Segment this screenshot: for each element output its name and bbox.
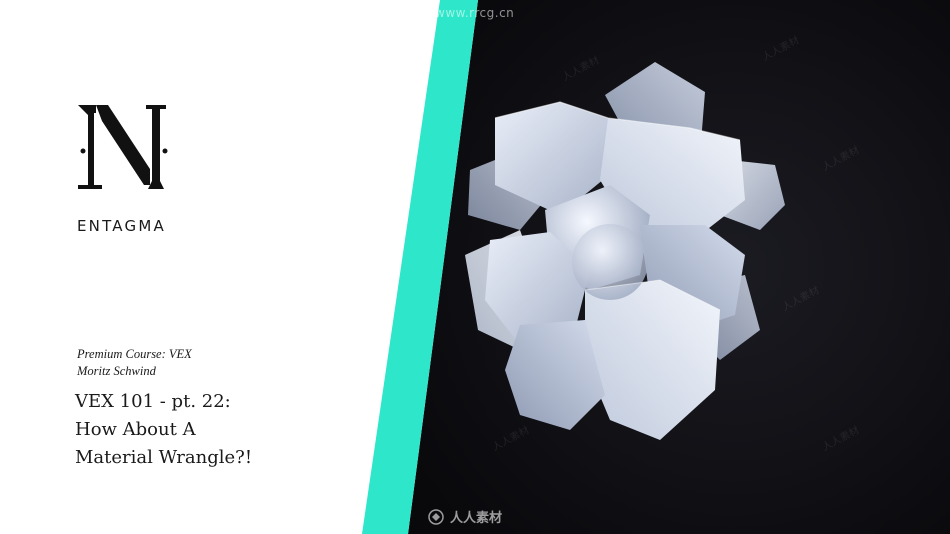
watermark-logo-icon — [428, 508, 444, 525]
watermark-badge: 人人素材 — [428, 507, 502, 526]
entagma-n-logo-icon — [78, 105, 168, 189]
episode-title: VEX 101 - pt. 22: How About A Material W… — [75, 388, 252, 472]
title-line-1: VEX 101 - pt. 22: — [75, 391, 231, 412]
thumbnail-canvas: 人人素材 人人素材 人人素材 人人素材 人人素材 人人素材 ENTAGMA Pr… — [0, 0, 950, 534]
watermark-url: www.rrcg.cn — [435, 6, 515, 20]
watermark-text: 人人素材 — [450, 511, 503, 526]
title-line-3: Material Wrangle?! — [75, 447, 253, 468]
course-label: Premium Course: VEX — [77, 347, 192, 361]
course-author: Moritz Schwind — [77, 364, 156, 378]
course-meta: Premium Course: VEX Moritz Schwind — [77, 346, 192, 380]
brand-name: ENTAGMA — [77, 217, 166, 235]
title-line-2: How About A — [75, 419, 196, 440]
